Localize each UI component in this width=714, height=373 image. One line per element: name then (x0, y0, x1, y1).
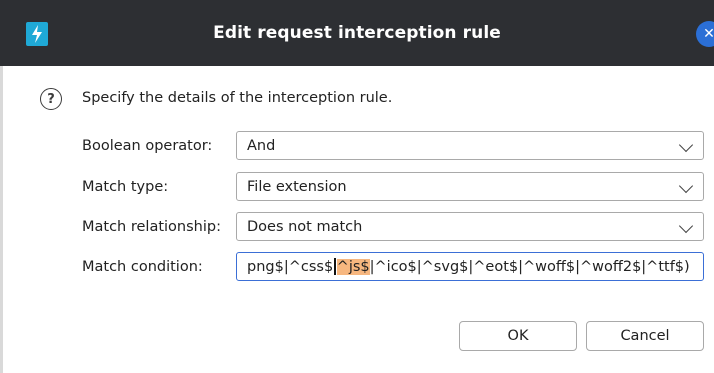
help-icon: ? (40, 88, 62, 110)
chevron-down-icon (678, 178, 694, 194)
match-condition-text-after: |^ico$|^svg$|^eot$|^woff$|^woff2$|^ttf$) (369, 258, 690, 275)
match-type-label: Match type: (82, 179, 169, 195)
match-condition-selection: ^js$ (336, 258, 370, 275)
burp-suite-icon (26, 22, 48, 46)
match-relationship-label: Match relationship: (82, 219, 221, 235)
match-condition-label: Match condition: (82, 259, 203, 275)
match-type-select[interactable]: File extension (236, 172, 704, 201)
match-condition-text-before: png$|^css$ (247, 258, 334, 275)
cancel-button[interactable]: Cancel (586, 321, 704, 351)
boolean-operator-label: Boolean operator: (82, 138, 213, 154)
match-relationship-select[interactable]: Does not match (236, 212, 704, 241)
match-relationship-value: Does not match (247, 218, 363, 235)
boolean-operator-select[interactable]: And (236, 131, 704, 160)
chevron-down-icon (678, 218, 694, 234)
close-icon[interactable]: ✕ (696, 21, 714, 47)
text-caret (334, 258, 336, 275)
ok-button[interactable]: OK (459, 321, 577, 351)
chevron-down-icon (678, 137, 694, 153)
match-type-value: File extension (247, 178, 347, 195)
instructions-text: Specify the details of the interception … (82, 90, 393, 106)
dialog-title: Edit request interception rule (213, 23, 501, 43)
dialog-titlebar: Edit request interception rule ✕ (0, 0, 714, 66)
window-edge (0, 66, 3, 373)
match-condition-input[interactable]: png$|^css$ ^js$ |^ico$|^svg$|^eot$|^woff$|… (236, 252, 704, 281)
boolean-operator-value: And (247, 137, 276, 154)
